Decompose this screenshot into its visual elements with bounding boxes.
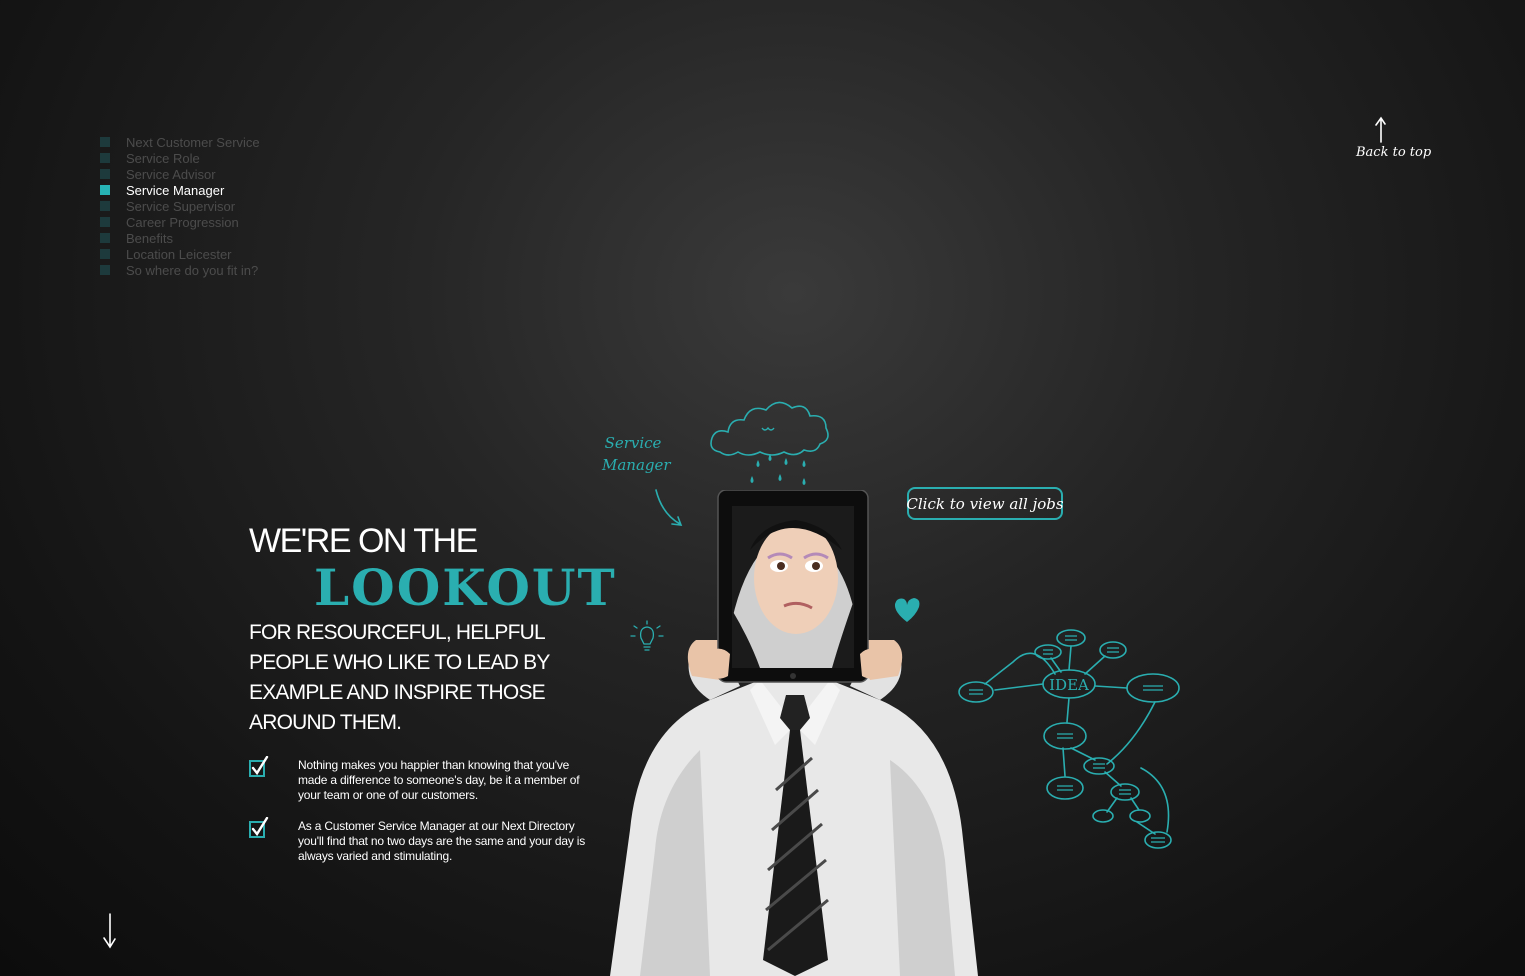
nav-item-service-supervisor[interactable]: Service Supervisor xyxy=(100,198,260,214)
bullet-point: Nothing makes you happier than knowing t… xyxy=(249,756,589,803)
lightbulb-icon xyxy=(630,620,664,651)
nav-label: Benefits xyxy=(126,230,173,246)
heart-icon xyxy=(894,598,920,622)
nav-square xyxy=(100,249,110,259)
nav-label: Next Customer Service xyxy=(126,134,260,150)
arrow-up-icon xyxy=(1375,116,1386,143)
nav-label: So where do you fit in? xyxy=(126,262,259,278)
nav-label: Location Leicester xyxy=(126,246,232,262)
headline-line-1: WE'RE ON THE xyxy=(249,522,478,560)
bullet-text: As a Customer Service Manager at our Nex… xyxy=(298,819,586,863)
nav-item-service-manager[interactable]: Service Manager xyxy=(100,182,260,198)
nav-item-career-progression[interactable]: Career Progression xyxy=(100,214,260,230)
nav-item-where-do-you-fit[interactable]: So where do you fit in? xyxy=(100,262,260,278)
nav-label: Service Manager xyxy=(126,182,225,198)
checkbox-icon xyxy=(249,817,269,838)
back-to-top-link[interactable]: Back to top xyxy=(1352,115,1432,165)
nav-item-next-customer-service[interactable]: Next Customer Service xyxy=(100,134,260,150)
nav-item-benefits[interactable]: Benefits xyxy=(100,230,260,246)
arrow-down-icon xyxy=(103,913,116,949)
checkbox-icon xyxy=(249,756,269,777)
scroll-down-arrow[interactable] xyxy=(100,912,118,955)
bullet-point: As a Customer Service Manager at our Nex… xyxy=(249,817,589,864)
bullet-text: Nothing makes you happier than knowing t… xyxy=(298,758,580,802)
nav-square xyxy=(100,137,110,147)
person-holding-tablet-image xyxy=(610,490,978,976)
nav-item-service-role[interactable]: Service Role xyxy=(100,150,260,166)
nav-item-service-advisor[interactable]: Service Advisor xyxy=(100,166,260,182)
idea-mindmap-doodle: IDEA xyxy=(958,629,1180,849)
headline-lookout: LOOKOUT xyxy=(314,558,617,617)
section-nav: Next Customer Service Service Role Servi… xyxy=(100,134,260,278)
view-all-jobs-button[interactable]: Click to view all jobs xyxy=(906,487,1064,520)
idea-label: IDEA xyxy=(1049,676,1089,694)
nav-square xyxy=(100,217,110,227)
role-tag-doodle: Service Manager xyxy=(602,434,671,474)
nav-label: Service Supervisor xyxy=(126,198,236,214)
back-to-top-label: Back to top xyxy=(1356,145,1432,160)
nav-label: Service Advisor xyxy=(126,166,216,182)
nav-label: Career Progression xyxy=(126,214,239,230)
nav-square xyxy=(100,169,110,179)
nav-square xyxy=(100,233,110,243)
nav-square xyxy=(100,201,110,211)
nav-item-location-leicester[interactable]: Location Leicester xyxy=(100,246,260,262)
nav-label: Service Role xyxy=(126,150,200,166)
nav-square xyxy=(100,153,110,163)
subheadline: FOR RESOURCEFUL, HELPFUL PEOPLE WHO LIKE… xyxy=(249,621,550,734)
nav-square xyxy=(100,265,110,275)
nav-square xyxy=(100,185,110,195)
